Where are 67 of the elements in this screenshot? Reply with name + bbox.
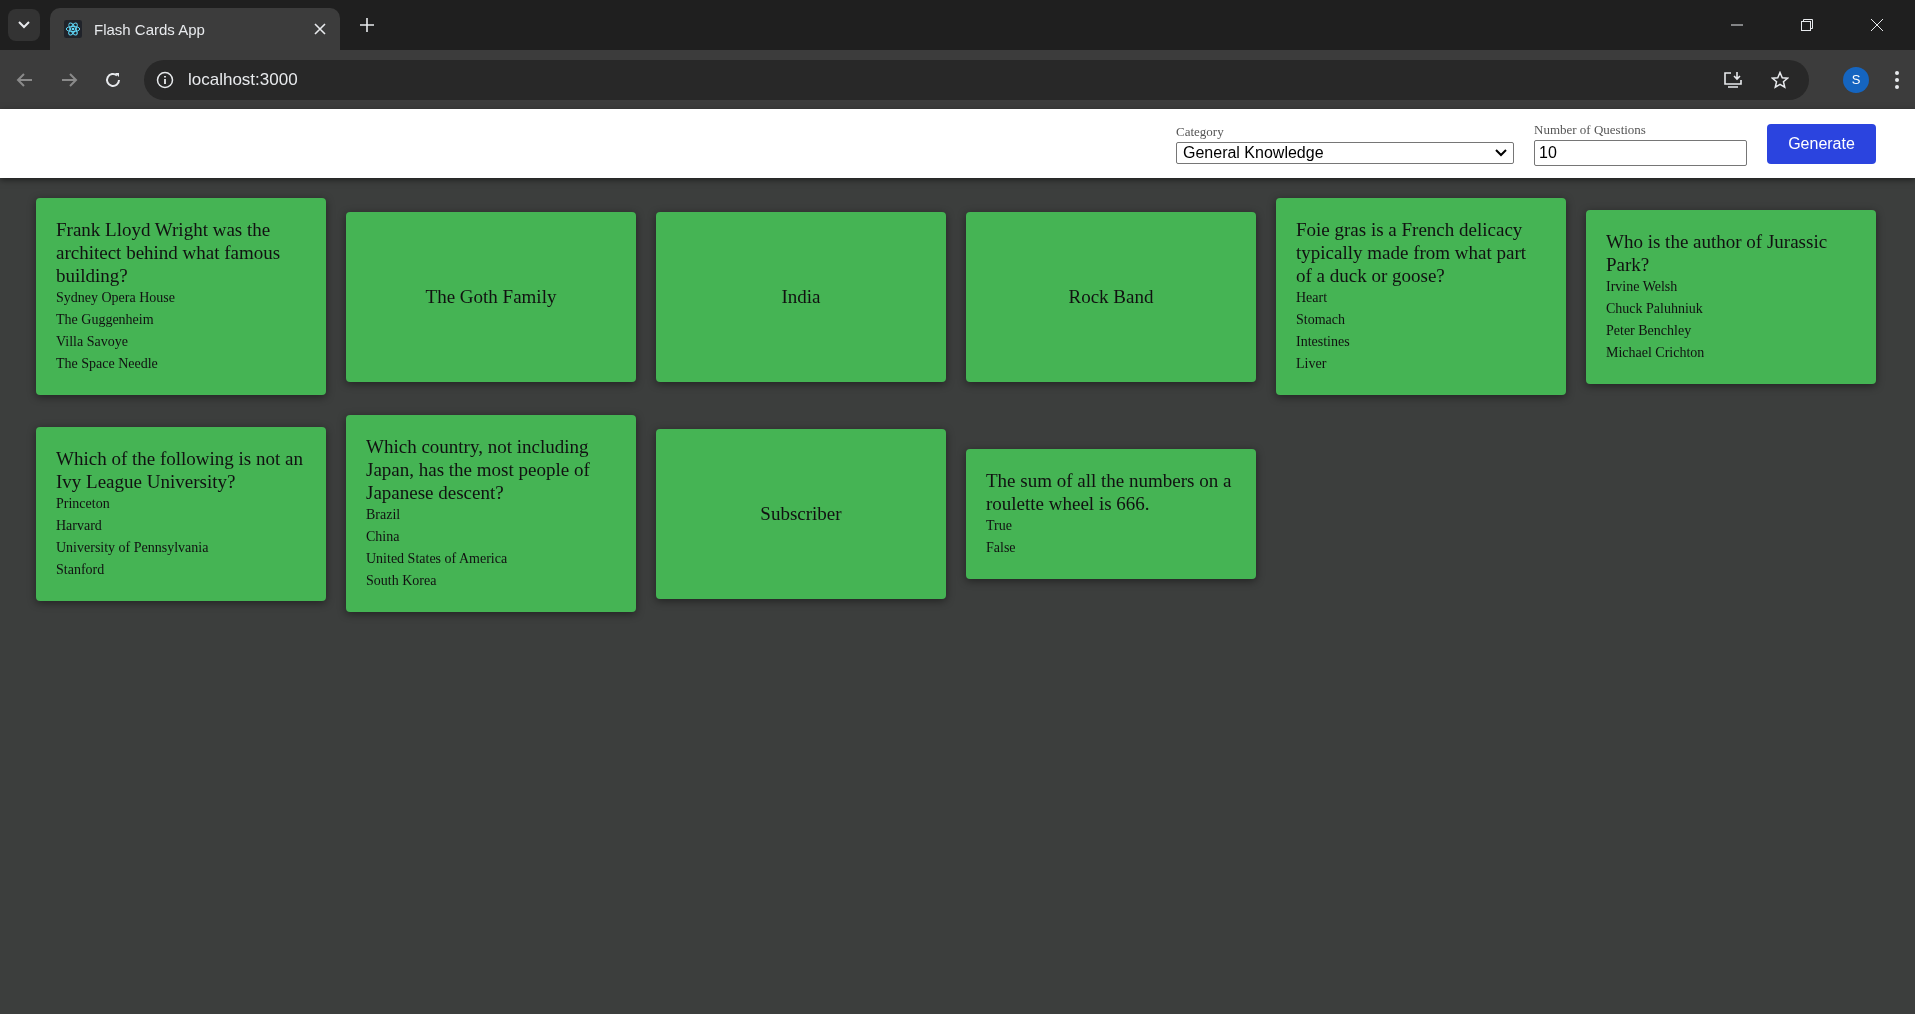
forward-arrow-icon[interactable] [60, 70, 78, 89]
answer-option: Peter Benchley [1606, 319, 1692, 342]
address-bar[interactable]: localhost:3000 [144, 59, 1809, 100]
info-icon[interactable] [156, 70, 174, 89]
question-text: Which of the following is not an Ivy League University? [56, 446, 304, 493]
answer-option: Michael Crichton [1606, 341, 1705, 364]
install-app-icon[interactable] [1723, 70, 1743, 89]
answer-option: Heart [1296, 287, 1328, 309]
answer-text: The Goth Family [425, 285, 557, 308]
generate-button[interactable]: Generate [1767, 123, 1876, 164]
question-count-label: Number of Questions [1534, 121, 1647, 138]
profile-avatar[interactable]: S [1843, 66, 1869, 93]
answer-card[interactable]: The Goth Family [346, 211, 636, 382]
star-icon[interactable] [1771, 70, 1789, 89]
browser-tab[interactable]: Flash Cards App [50, 8, 340, 50]
question-text: The sum of all the numbers on a roulette wheel is 666. [986, 468, 1233, 515]
answer-text: Subscriber [760, 502, 842, 525]
question-card[interactable]: Who is the author of Jurassic Park? Irvine Welsh Chuck Paluhniuk Peter Benchley Michael Crichton [1586, 209, 1876, 384]
answer-option: Irvine Welsh [1606, 275, 1678, 298]
question-card[interactable]: Foie gras is a French delicacy typically made from what part of a duck or goose? Heart Stomach Intestines Liver [1276, 198, 1566, 395]
answer-card[interactable]: India [656, 211, 946, 382]
question-card[interactable]: The sum of all the numbers on a roulette wheel is 666. True False [966, 448, 1256, 579]
question-text: Frank Lloyd Wright was the architect behind what famous building? [56, 218, 282, 287]
tab-search-button[interactable] [8, 9, 40, 41]
answer-option: Liver [1296, 353, 1327, 375]
category-label: Category [1176, 123, 1225, 140]
answer-option: Villa Savoye [56, 331, 128, 353]
answer-text: Rock Band [1068, 285, 1154, 308]
answer-option: Intestines [1296, 331, 1350, 353]
plus-icon[interactable] [360, 18, 374, 32]
reload-icon[interactable] [104, 70, 122, 89]
answer-option: Stomach [1296, 309, 1345, 331]
answer-option: The Guggenheim [56, 309, 154, 331]
answer-option: Harvard [56, 514, 102, 537]
more-menu-icon[interactable] [1895, 70, 1899, 89]
question-text: Who is the author of Jurassic Park? [1606, 229, 1829, 276]
atom-icon [64, 20, 82, 38]
answer-option: Stanford [56, 558, 105, 581]
answer-option: Chuck Paluhniuk [1606, 297, 1703, 320]
question-text: Which country, not including Japan, has the most people of Japanese descent? [366, 435, 591, 504]
restore-icon[interactable] [1801, 19, 1813, 31]
answer-option: True [986, 514, 1012, 537]
answer-option: United States of America [366, 548, 508, 570]
back-arrow-icon[interactable] [16, 70, 34, 89]
question-text: Foie gras is a French delicacy typically made from what part of a duck or goose? [1296, 218, 1528, 287]
answer-option: University of Pennsylvania [56, 536, 209, 559]
tab-title: Flash Cards App [94, 20, 206, 38]
answer-option: South Korea [366, 570, 437, 592]
answer-option: False [986, 536, 1016, 559]
question-card[interactable]: Frank Lloyd Wright was the architect behind what famous building? Sydney Opera House The Guggenheim Villa Savoye The Space Needle [36, 198, 326, 395]
category-select[interactable]: General Knowledge [1176, 141, 1514, 164]
caret-icon [1495, 148, 1507, 157]
answer-text: India [781, 285, 821, 308]
close-icon[interactable] [1871, 19, 1883, 31]
answer-card[interactable]: Subscriber [656, 428, 946, 599]
close-icon[interactable] [314, 23, 326, 35]
answer-option: Sydney Opera House [56, 287, 175, 309]
question-count-field[interactable]: 10 [1534, 139, 1747, 166]
question-card[interactable]: Which of the following is not an Ivy League University? Princeton Harvard University of Pennsylvania Stanford [36, 426, 326, 601]
answer-option: Princeton [56, 492, 110, 515]
url-text: localhost:3000 [188, 69, 298, 90]
answer-option: China [366, 526, 400, 548]
answer-card[interactable]: Rock Band [966, 211, 1256, 382]
answer-option: Brazil [366, 504, 401, 526]
caret-icon [18, 21, 30, 29]
answer-option: The Space Needle [56, 353, 158, 375]
question-card[interactable]: Which country, not including Japan, has the most people of Japanese descent? Brazil China United States of America South Korea [346, 415, 636, 612]
